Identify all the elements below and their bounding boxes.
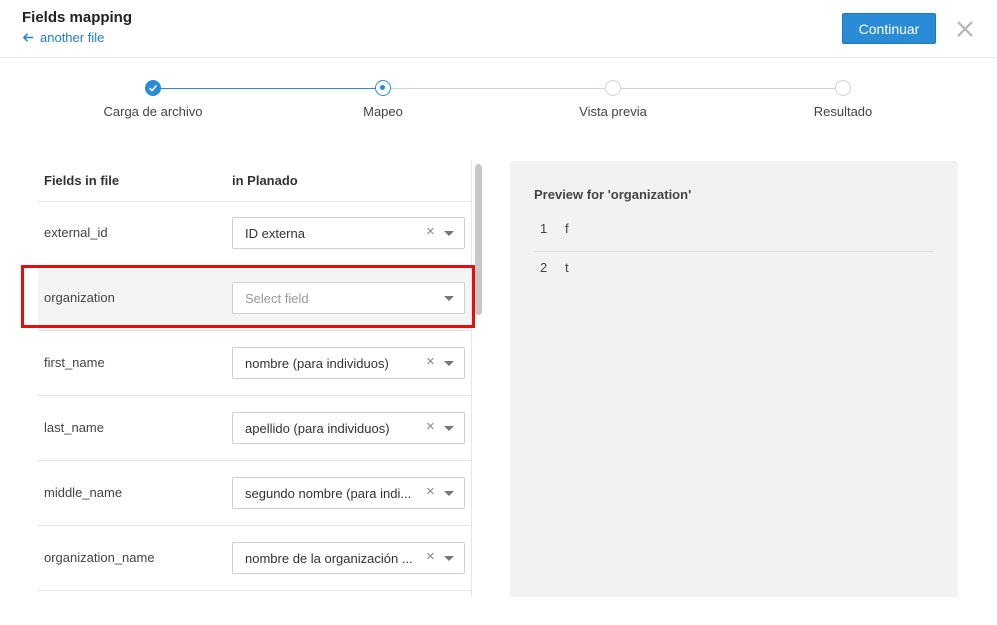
clear-icon[interactable]: × [426, 354, 435, 370]
chevron-down-icon [444, 296, 454, 301]
step-label: Vista previa [579, 104, 647, 119]
step-pending-icon [835, 80, 851, 96]
page-title: Fields mapping [22, 9, 133, 26]
column-header-target: in Planado [232, 173, 298, 188]
step-label: Resultado [813, 104, 873, 119]
preview-panel: Preview for 'organization' 1 f 2 t [510, 161, 958, 597]
clear-icon[interactable]: × [426, 549, 435, 565]
clear-icon[interactable]: × [426, 484, 435, 500]
select-value: nombre de la organización ... [245, 551, 413, 566]
arrow-left-icon [22, 33, 34, 42]
mapping-row: last_name apellido (para individuos) × [38, 396, 471, 461]
table-header: Fields in file in Planado [38, 160, 471, 202]
close-icon[interactable] [955, 19, 975, 39]
field-select[interactable]: Select field [232, 282, 465, 314]
select-value: ID externa [245, 226, 305, 241]
scrollbar-thumb[interactable] [475, 164, 482, 315]
chevron-down-icon [444, 426, 454, 431]
field-select[interactable]: ID externa × [232, 217, 465, 249]
continue-button[interactable]: Continuar [842, 13, 936, 44]
step-pending-icon [605, 80, 621, 96]
chevron-down-icon [444, 491, 454, 496]
mapping-row: external_id ID externa × [38, 201, 471, 266]
step-result: Resultado [763, 78, 923, 119]
field-name: organization [44, 290, 115, 305]
field-select[interactable]: segundo nombre (para indi... × [232, 477, 465, 509]
field-select[interactable]: apellido (para individuos) × [232, 412, 465, 444]
step-preview: Vista previa [533, 78, 693, 119]
step-label: Carga de archivo [103, 104, 203, 119]
step-upload: Carga de archivo [73, 78, 233, 119]
chevron-down-icon [444, 231, 454, 236]
preview-title: Preview for 'organization' [534, 187, 692, 202]
mapping-row: organization Select field [38, 266, 471, 331]
select-value: segundo nombre (para indi... [245, 486, 412, 501]
preview-row: 1 f [534, 212, 933, 252]
field-select[interactable]: nombre (para individuos) × [232, 347, 465, 379]
select-value: apellido (para individuos) [245, 421, 390, 436]
preview-row-index: 2 [540, 260, 548, 275]
mapping-table: Fields in file in Planado external_id ID… [38, 160, 471, 597]
select-placeholder: Select field [245, 291, 309, 306]
chevron-down-icon [444, 556, 454, 561]
mapping-row: organization_name nombre de la organizac… [38, 526, 471, 591]
step-check-icon [145, 80, 161, 96]
preview-row-value: t [565, 260, 569, 275]
preview-row: 2 t [534, 251, 933, 290]
clear-icon[interactable]: × [426, 419, 435, 435]
field-select[interactable]: nombre de la organización ... × [232, 542, 465, 574]
stepper: Carga de archivo Mapeo Vista previa Resu… [0, 78, 997, 128]
back-link-label: another file [40, 30, 105, 45]
mapping-row: first_name nombre (para individuos) × [38, 331, 471, 396]
header: Fields mapping another file Continuar [0, 0, 997, 58]
preview-row-value: f [565, 221, 569, 236]
clear-icon[interactable]: × [426, 224, 435, 240]
field-name: last_name [44, 420, 104, 435]
mapping-row: middle_name segundo nombre (para indi...… [38, 461, 471, 526]
step-current-icon [375, 80, 391, 96]
back-to-file-link[interactable]: another file [22, 30, 104, 45]
chevron-down-icon [444, 361, 454, 366]
field-name: organization_name [44, 550, 155, 565]
select-value: nombre (para individuos) [245, 356, 389, 371]
step-label: Mapeo [363, 104, 403, 119]
field-name: first_name [44, 355, 105, 370]
field-name: external_id [44, 225, 108, 240]
step-mapping: Mapeo [303, 78, 463, 119]
field-name: middle_name [44, 485, 123, 500]
column-header-file: Fields in file [44, 173, 120, 188]
preview-row-index: 1 [540, 221, 548, 236]
